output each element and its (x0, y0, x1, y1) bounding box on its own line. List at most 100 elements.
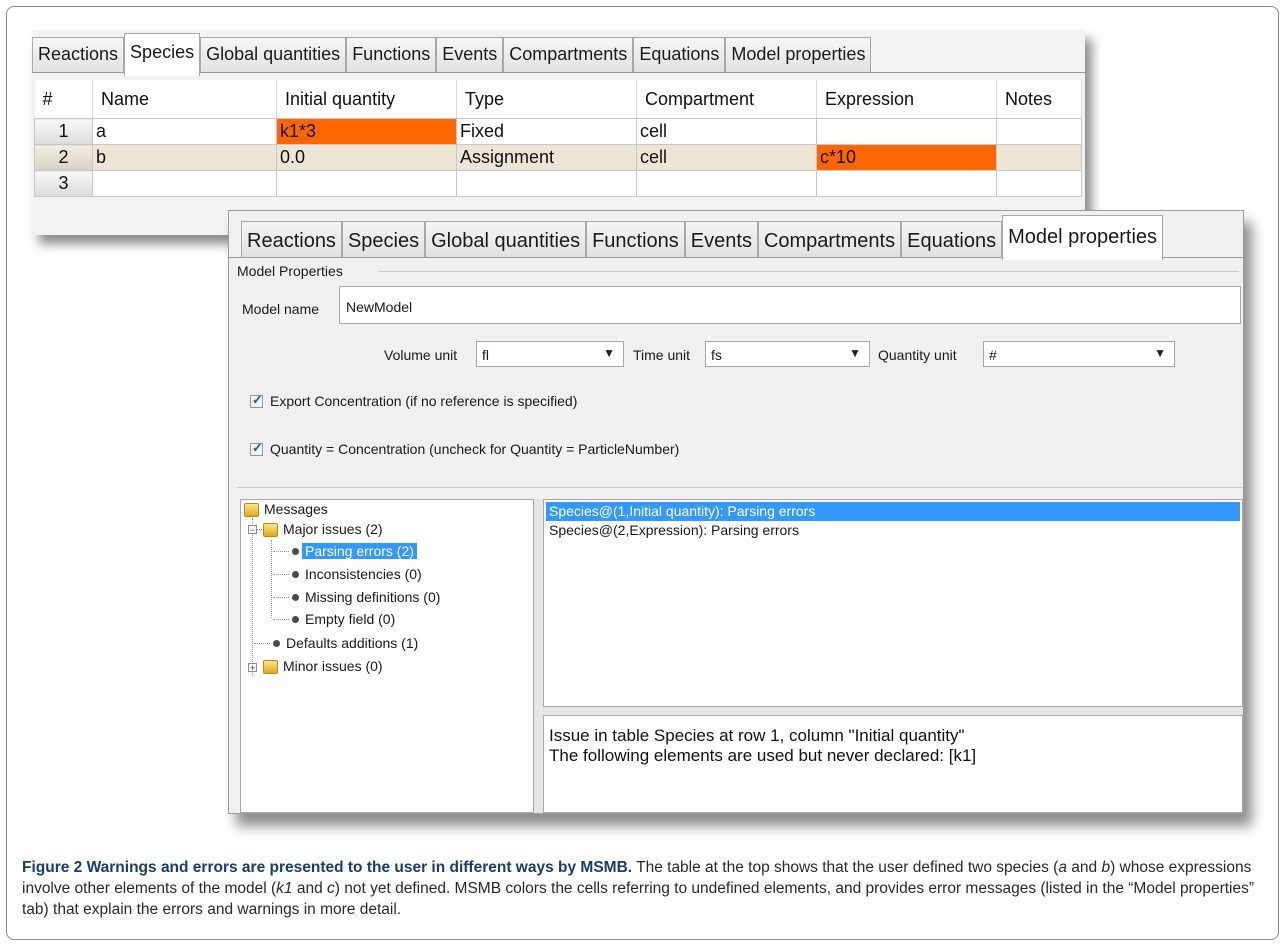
group-border (379, 271, 1239, 272)
tab-compartments[interactable]: Compartments (503, 37, 634, 72)
tree-node-empty-field[interactable]: Empty field (0) (305, 611, 395, 627)
folder-icon (263, 523, 278, 537)
cell-type[interactable]: Assignment (456, 144, 637, 171)
caption-text: and (1066, 859, 1102, 876)
tab-compartments[interactable]: Compartments (757, 221, 902, 258)
tab-events[interactable]: Events (684, 221, 758, 258)
tree-node-major-issues[interactable]: Major issues (2) (283, 521, 383, 537)
figure-caption: Figure 2 Warnings and errors are present… (22, 857, 1262, 920)
model-name-input[interactable]: NewModel (339, 286, 1241, 324)
tab-bar: Reactions Species Global quantities Func… (241, 215, 1164, 260)
column-header-number[interactable]: # (34, 80, 93, 119)
cell-notes[interactable] (996, 170, 1082, 197)
chevron-down-icon: ▼ (849, 346, 861, 360)
cell-initial-quantity-error[interactable]: k1*3 (276, 118, 457, 145)
cell-expression-error[interactable]: c*10 (816, 144, 997, 171)
volume-unit-value: fl (482, 347, 489, 363)
tab-global-quantities[interactable]: Global quantities (200, 37, 347, 72)
tree-line (271, 540, 272, 618)
column-header-name[interactable]: Name (92, 80, 277, 119)
expand-icon[interactable]: + (248, 663, 257, 673)
column-header-initial-quantity[interactable]: Initial quantity (276, 80, 457, 119)
tab-reactions[interactable]: Reactions (241, 221, 342, 258)
group-title: Model Properties (237, 263, 343, 279)
caption-text: and (292, 880, 328, 897)
row-number[interactable]: 2 (34, 144, 93, 171)
column-header-expression[interactable]: Expression (816, 80, 997, 119)
tab-bar: Reactions Species Global quantities Func… (32, 33, 1085, 76)
cell-expression[interactable] (816, 170, 997, 197)
cell-notes[interactable] (996, 118, 1082, 145)
table-row-selected: 2 b 0.0 Assignment cell c*10 (34, 144, 1082, 171)
chevron-down-icon: ▼ (1154, 346, 1166, 360)
tab-reactions[interactable]: Reactions (32, 37, 125, 72)
caption-text: The table at the top shows that the user… (632, 859, 1059, 876)
tab-equations[interactable]: Equations (633, 37, 726, 72)
cell-name[interactable]: a (92, 118, 277, 145)
column-header-notes[interactable]: Notes (996, 80, 1082, 119)
quantity-concentration-label: Quantity = Concentration (uncheck for Qu… (270, 441, 680, 457)
tab-global-quantities[interactable]: Global quantities (425, 221, 587, 258)
volume-unit-select[interactable]: fl ▼ (476, 341, 624, 367)
folder-icon (244, 503, 259, 517)
tree-node-missing-definitions[interactable]: Missing definitions (0) (305, 589, 440, 605)
cell-initial-quantity[interactable]: 0.0 (276, 144, 457, 171)
tree-line (273, 619, 289, 620)
quantity-unit-value: # (989, 347, 997, 363)
tree-node-inconsistencies[interactable]: Inconsistencies (0) (305, 566, 422, 582)
tab-species[interactable]: Species (341, 221, 426, 258)
tree-node-defaults-additions[interactable]: Defaults additions (1) (286, 635, 418, 651)
cell-notes[interactable] (996, 144, 1082, 171)
cell-name[interactable]: b (92, 144, 277, 171)
tab-model-properties[interactable]: Model properties (1002, 215, 1164, 260)
tab-functions[interactable]: Functions (346, 37, 437, 72)
time-unit-select[interactable]: fs ▼ (705, 341, 870, 367)
tree-line (252, 518, 253, 676)
table-row: 3 (34, 170, 1082, 197)
cell-compartment[interactable] (636, 170, 817, 197)
detail-line: The following elements are used but neve… (549, 746, 977, 765)
tab-species[interactable]: Species (124, 33, 201, 76)
bullet-icon (292, 594, 299, 601)
row-number[interactable]: 3 (34, 170, 93, 197)
cell-type[interactable] (456, 170, 637, 197)
checkmark-icon: ✓ (252, 392, 263, 407)
column-header-compartment[interactable]: Compartment (636, 80, 817, 119)
tree-node-parsing-errors[interactable]: Parsing errors (2) (302, 543, 417, 559)
cell-initial-quantity[interactable] (276, 170, 457, 197)
tree-line (254, 643, 270, 644)
horizontal-splitter[interactable] (543, 707, 1243, 715)
cell-compartment[interactable]: cell (636, 144, 817, 171)
row-number[interactable]: 1 (34, 118, 93, 145)
caption-element-k1: k1 (276, 880, 293, 897)
column-header-type[interactable]: Type (456, 80, 637, 119)
tab-model-properties[interactable]: Model properties (725, 37, 872, 72)
model-name-label: Model name (242, 301, 320, 317)
tree-line (273, 574, 289, 575)
folder-icon (263, 660, 278, 674)
cell-compartment[interactable]: cell (636, 118, 817, 145)
quantity-concentration-checkbox[interactable]: ✓ (250, 440, 263, 456)
bullet-icon (273, 640, 280, 647)
tab-events[interactable]: Events (436, 37, 504, 72)
list-item-selected[interactable]: Species@(1,Initial quantity): Parsing er… (546, 502, 1240, 521)
species-table-window: Reactions Species Global quantities Func… (32, 30, 1085, 235)
tree-line (273, 597, 289, 598)
cell-expression[interactable] (816, 118, 997, 145)
cell-name[interactable] (92, 170, 277, 197)
model-properties-window: Reactions Species Global quantities Func… (228, 210, 1244, 814)
table-header-row: # Name Initial quantity Type Compartment… (34, 80, 1082, 119)
collapse-icon[interactable]: − (248, 525, 257, 535)
quantity-unit-select[interactable]: # ▼ (983, 341, 1175, 367)
tab-functions[interactable]: Functions (586, 221, 685, 258)
vertical-splitter[interactable] (534, 499, 543, 813)
bullet-icon (292, 616, 299, 623)
tab-equations[interactable]: Equations (901, 221, 1003, 258)
quantity-unit-label: Quantity unit (878, 347, 957, 363)
list-item[interactable]: Species@(2,Expression): Parsing errors (546, 521, 1240, 540)
cell-type[interactable]: Fixed (456, 118, 637, 145)
tree-node-messages[interactable]: Messages (264, 501, 328, 517)
bullet-icon (292, 571, 299, 578)
tree-node-minor-issues[interactable]: Minor issues (0) (283, 658, 383, 674)
export-concentration-checkbox[interactable]: ✓ (250, 392, 263, 408)
